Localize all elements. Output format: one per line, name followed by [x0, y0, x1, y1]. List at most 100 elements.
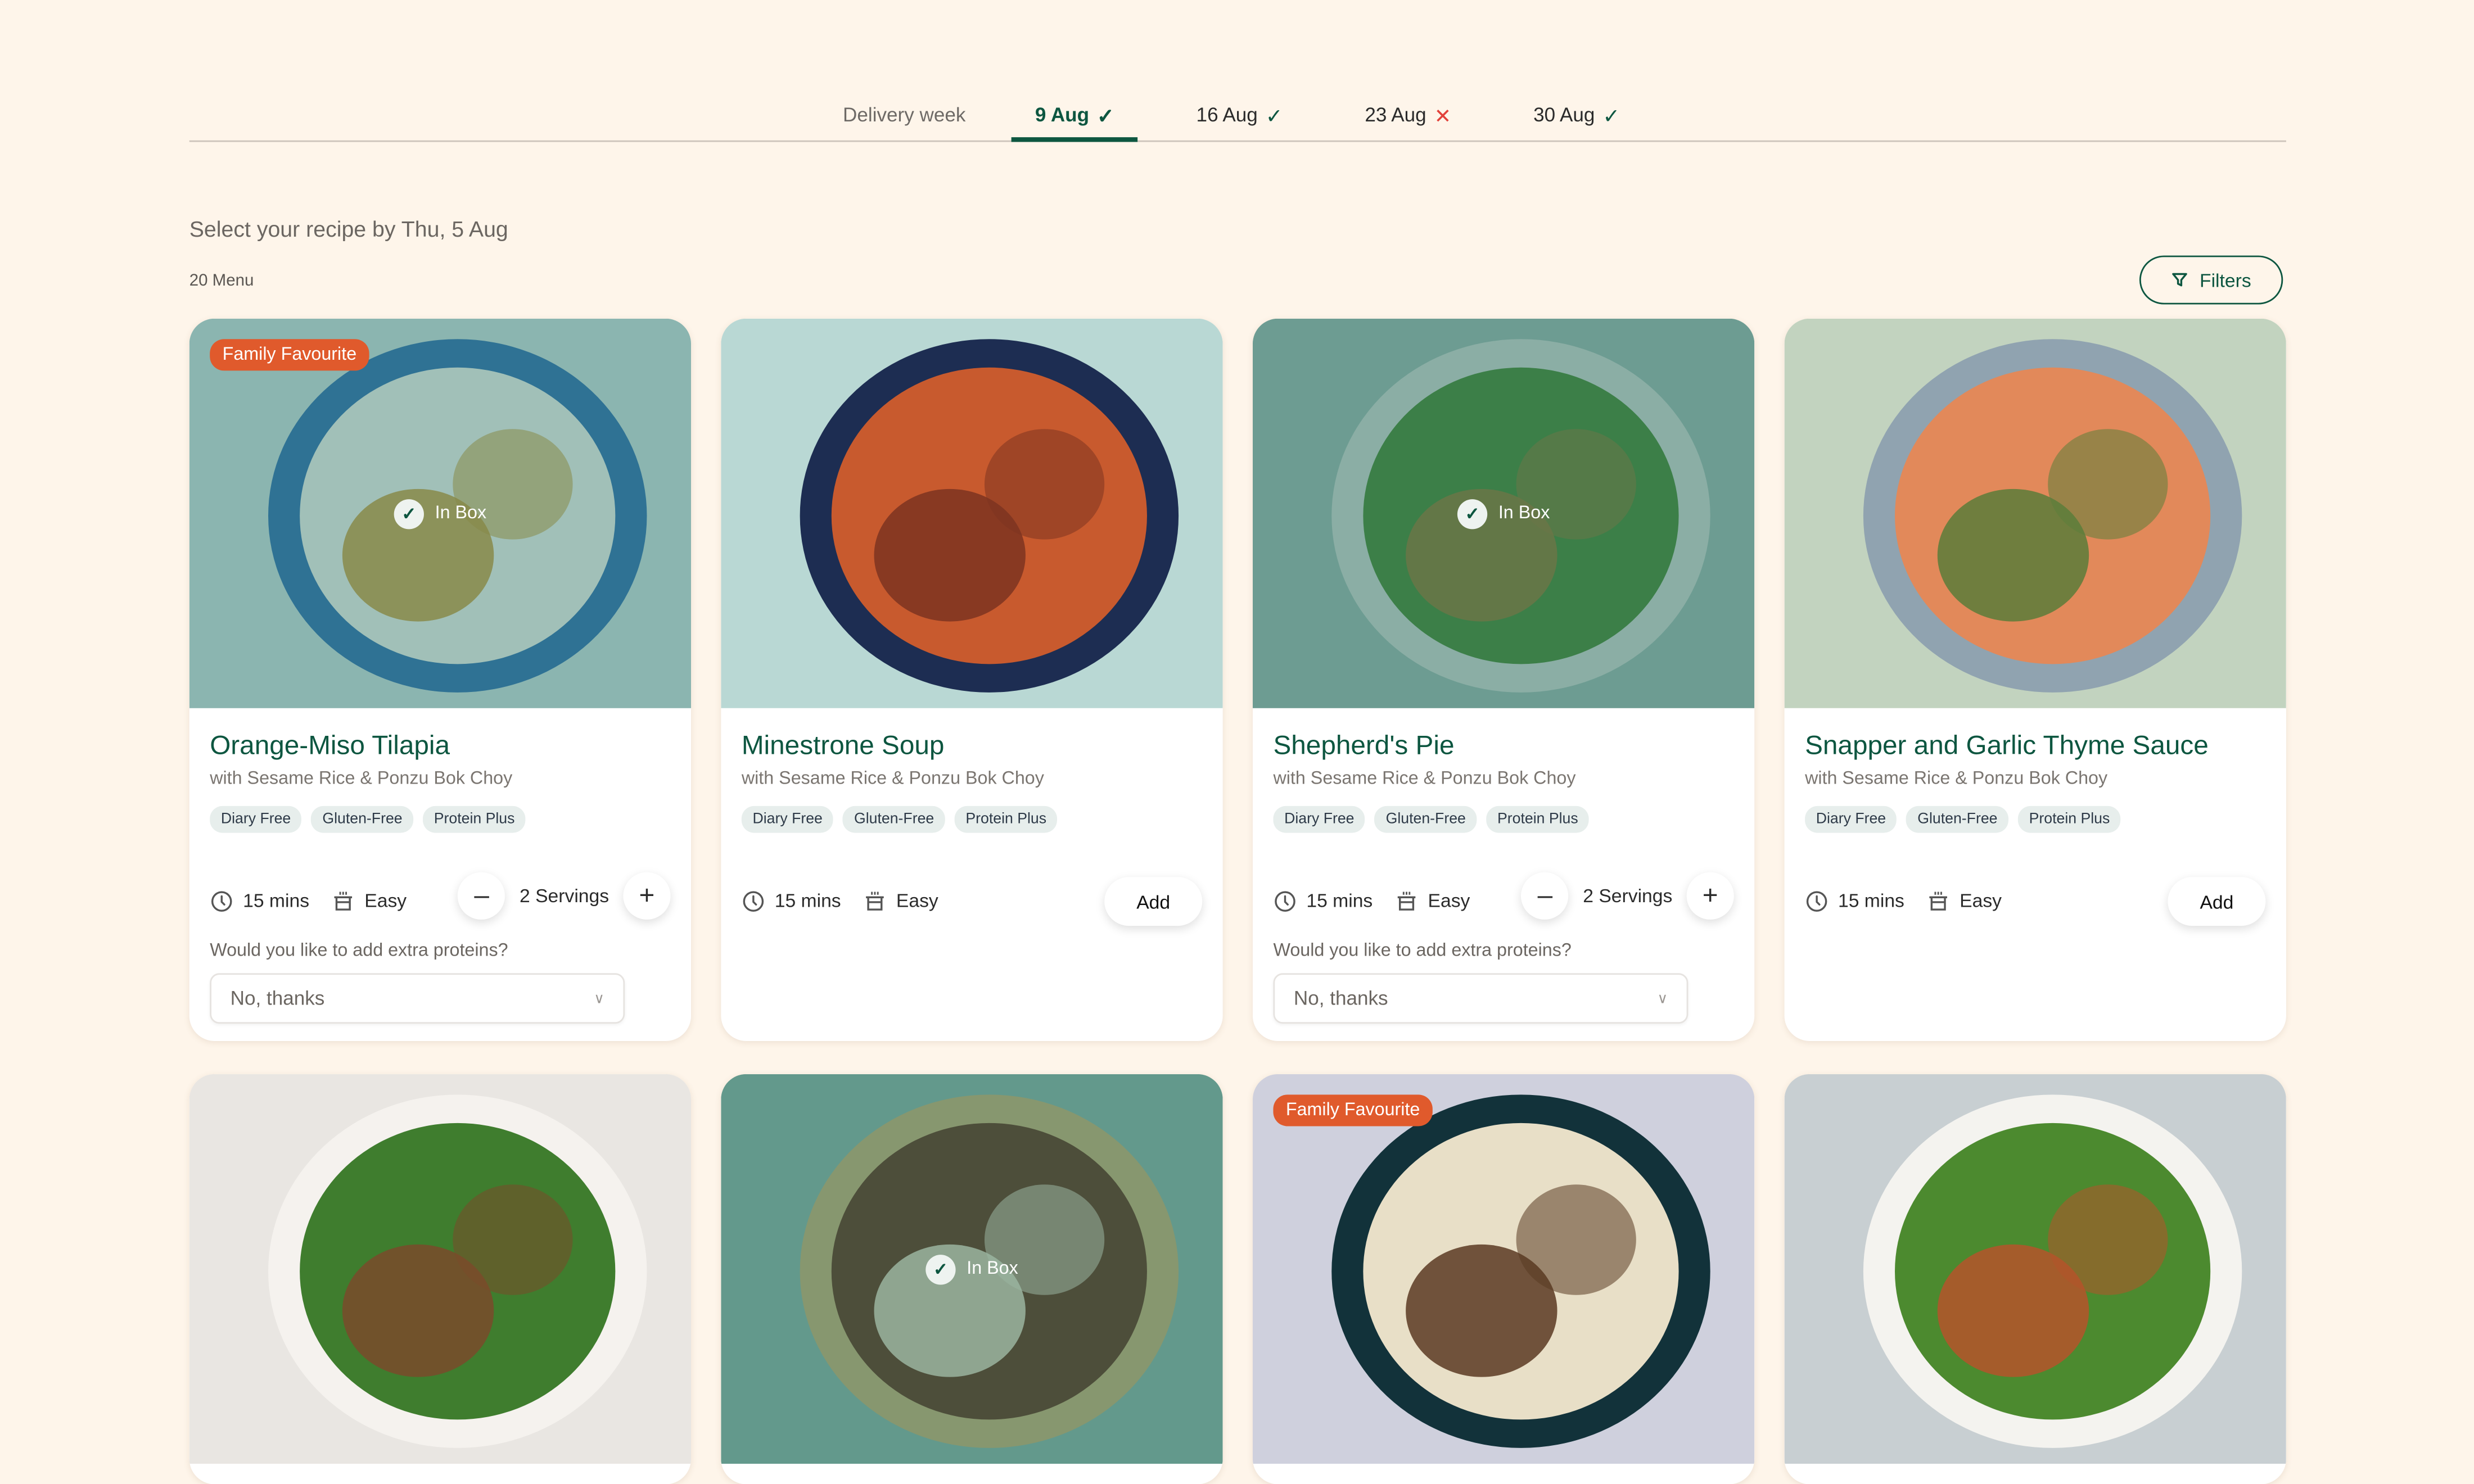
recipe-card[interactable]: ✓ In Box Shepherd's Pie with Sesame Rice & … [1252, 318, 1755, 1041]
recipe-card[interactable] [189, 1074, 692, 1484]
diet-tag: Diary Free [1805, 806, 1897, 833]
cook-time-value: 15 mins [1306, 889, 1373, 912]
diet-tag: Diary Free [1273, 806, 1366, 833]
tab-week-30-aug[interactable]: 30 Aug ✓ [1510, 92, 1644, 139]
check-icon: ✓ [1265, 103, 1283, 127]
recipe-card[interactable]: ✓ In Box [721, 1074, 1223, 1484]
in-box-indicator: ✓ In Box [926, 1254, 1018, 1284]
cook-time: 15 mins [742, 889, 841, 912]
recipe-title[interactable]: Shepherd's Pie [1273, 730, 1733, 762]
recipe-image[interactable] [1784, 318, 2286, 708]
difficulty: Easy [1926, 889, 2002, 912]
cook-time: 15 mins [210, 889, 309, 912]
cook-time: 15 mins [1273, 889, 1373, 912]
recipe-image[interactable]: ✓ In Box [1252, 318, 1755, 708]
check-icon: ✓ [1602, 103, 1620, 127]
diet-tag: Gluten-Free [1906, 806, 2009, 833]
recipe-meta: 15 mins Easy –2 Servings + [1273, 872, 1734, 924]
increase-servings-button[interactable]: + [623, 872, 671, 920]
food-photo [189, 1074, 692, 1464]
recipe-image[interactable]: Family Favourite [1252, 1074, 1755, 1464]
filters-button[interactable]: Filters [2139, 255, 2283, 305]
selection-deadline: Select your recipe by Thu, 5 Aug [189, 216, 508, 242]
cross-icon: ✕ [1434, 103, 1452, 127]
diet-tags: Diary Free Gluten-Free Protein Plus [741, 806, 1202, 833]
extra-protein-select[interactable]: No, thanks ∨ [1273, 973, 1689, 1024]
recipe-title[interactable]: Orange-Miso Tilapia [210, 730, 670, 762]
add-recipe-button[interactable]: Add [1104, 877, 1203, 926]
diet-tag: Gluten-Free [843, 806, 945, 833]
extra-protein-select[interactable]: No, thanks ∨ [210, 973, 625, 1024]
recipe-card[interactable]: Family Favourite [1252, 1074, 1755, 1484]
recipe-details: Snapper and Garlic Thyme Sauce with Sesam… [1785, 708, 2286, 943]
chevron-down-icon: ∨ [594, 989, 604, 1006]
recipe-image[interactable]: Family Favourite ✓ In Box [189, 318, 692, 708]
increase-servings-button[interactable]: + [1686, 872, 1734, 920]
servings-value: 2 Servings [1583, 885, 1673, 907]
clock-icon [743, 890, 764, 911]
tab-label: 30 Aug [1533, 104, 1595, 126]
recipe-details: Orange-Miso Tilapia with Sesame Rice & Po… [189, 708, 691, 1041]
cooking-pot-icon [866, 891, 884, 910]
diet-tag: Gluten-Free [311, 806, 414, 833]
recipe-image[interactable] [721, 318, 1223, 708]
cook-time-value: 15 mins [774, 889, 841, 912]
recipe-card[interactable] [1784, 1074, 2286, 1484]
extra-protein-question: Would you like to add extra proteins? [1273, 942, 1572, 961]
tab-week-23-aug[interactable]: 23 Aug ✕ [1341, 92, 1475, 139]
servings-stepper: –2 Servings + [458, 872, 671, 920]
diet-tag: Diary Free [210, 806, 302, 833]
food-photo [1784, 1074, 2286, 1464]
check-icon: ✓ [1097, 103, 1114, 127]
decrease-servings-button[interactable]: – [458, 872, 505, 920]
diet-tags: Diary Free Gluten-Free Protein Plus [1273, 806, 1733, 833]
recipe-meta: 15 mins Easy Add [1805, 877, 2266, 926]
servings-stepper: –2 Servings + [1521, 872, 1734, 920]
difficulty: Easy [1395, 889, 1470, 912]
recipe-title[interactable]: Snapper and Garlic Thyme Sauce [1805, 730, 2265, 762]
tab-label: 23 Aug [1365, 104, 1426, 126]
tab-label: 16 Aug [1196, 104, 1258, 126]
recipe-image[interactable]: ✓ In Box [721, 1074, 1223, 1464]
tab-week-9-aug[interactable]: 9 Aug ✓ [1011, 92, 1139, 142]
family-favourite-badge: Family Favourite [210, 339, 369, 371]
recipe-card[interactable]: Minestrone Soup with Sesame Rice & Ponzu … [721, 318, 1223, 1041]
check-icon: ✓ [1457, 498, 1488, 529]
filters-label: Filters [2200, 269, 2251, 291]
recipe-title[interactable]: Minestrone Soup [742, 730, 1202, 762]
diet-tag: Diary Free [741, 806, 834, 833]
delivery-week-tabs: Delivery week 9 Aug ✓ 16 Aug ✓ 23 Aug ✕ … [189, 92, 2286, 142]
decrease-servings-button[interactable]: – [1521, 872, 1569, 920]
clock-icon [1275, 890, 1295, 911]
difficulty: Easy [863, 889, 938, 912]
cook-time: 15 mins [1805, 889, 1904, 912]
diet-tag: Protein Plus [954, 806, 1058, 833]
clock-icon [211, 890, 232, 911]
check-icon: ✓ [394, 498, 424, 529]
cooking-pot-icon [1397, 891, 1416, 910]
tab-week-16-aug[interactable]: 16 Aug ✓ [1172, 92, 1306, 139]
recipe-image[interactable] [1784, 1074, 2286, 1464]
in-box-indicator: ✓ In Box [1457, 498, 1550, 529]
recipe-meta: 15 mins Easy Add [742, 877, 1203, 926]
recipe-meta: 15 mins Easy –2 Servings + [210, 872, 671, 924]
add-recipe-button[interactable]: Add [2168, 877, 2266, 926]
diet-tag: Protein Plus [423, 806, 526, 833]
menu-count: 20 Menu [189, 271, 254, 291]
diet-tag: Protein Plus [1486, 806, 1590, 833]
recipe-card[interactable]: Snapper and Garlic Thyme Sauce with Sesam… [1784, 318, 2286, 1041]
recipe-menu-page: Delivery week 9 Aug ✓ 16 Aug ✓ 23 Aug ✕ … [0, 0, 2474, 1484]
recipe-image[interactable] [189, 1074, 692, 1464]
cooking-pot-icon [1929, 891, 1948, 910]
delivery-week-label: Delivery week [843, 104, 966, 126]
cooking-pot-icon [334, 891, 353, 910]
recipe-subtitle: with Sesame Rice & Ponzu Bok Choy [1273, 770, 1576, 789]
recipe-subtitle: with Sesame Rice & Ponzu Bok Choy [1805, 770, 2108, 789]
cook-time-value: 15 mins [243, 889, 310, 912]
extra-protein-question: Would you like to add extra proteins? [210, 942, 508, 961]
check-icon: ✓ [926, 1254, 956, 1284]
recipe-card[interactable]: Family Favourite ✓ In Box Orange-Miso Tilap… [189, 318, 692, 1041]
servings-value: 2 Servings [520, 885, 610, 907]
clock-icon [1806, 890, 1827, 911]
difficulty-value: Easy [1428, 889, 1470, 912]
